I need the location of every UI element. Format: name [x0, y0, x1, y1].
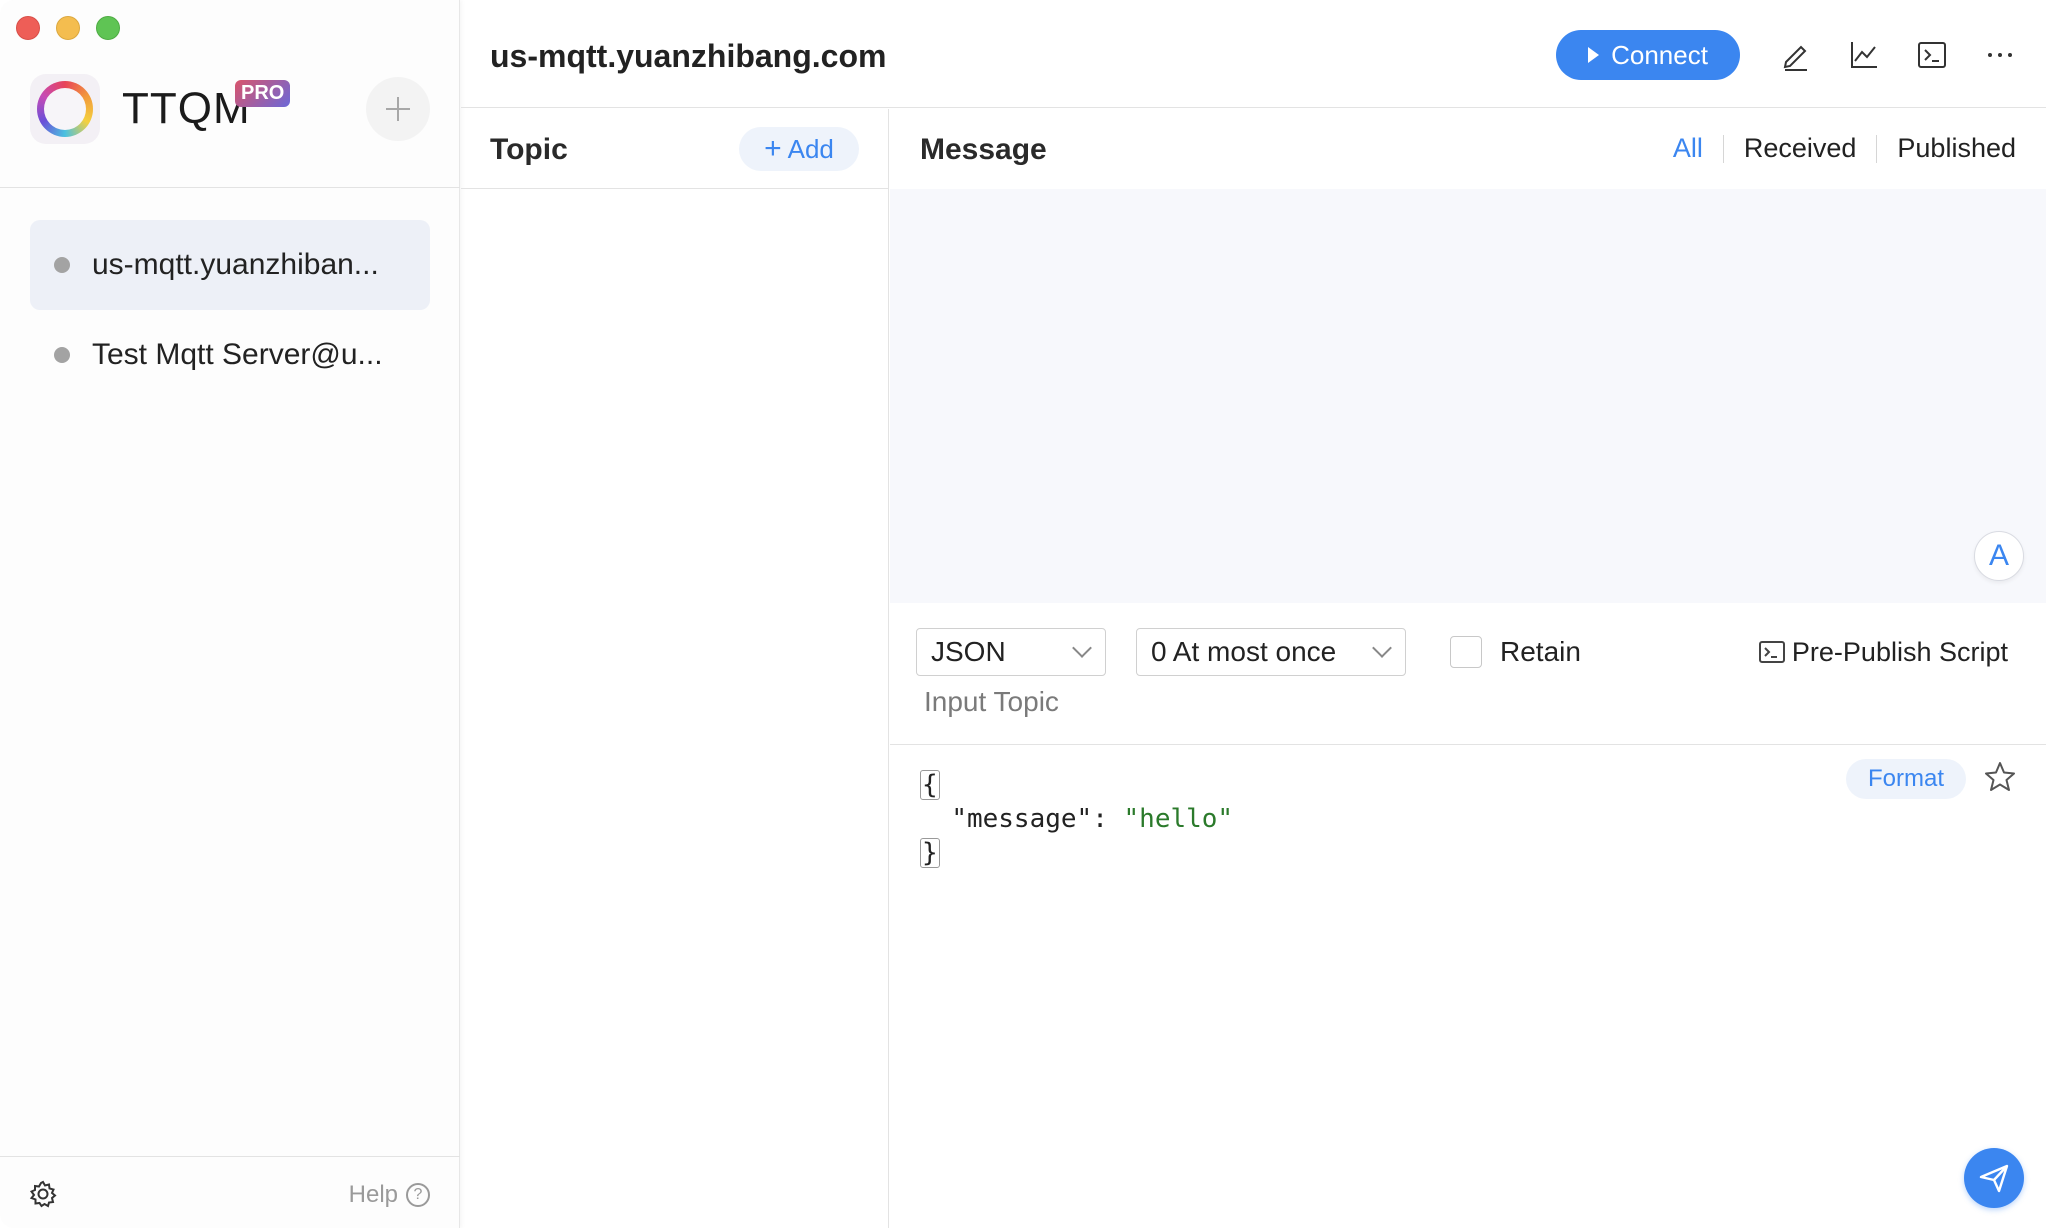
payload-format-select[interactable]: JSON [916, 628, 1106, 676]
compose-divider [890, 744, 2046, 745]
window-controls [16, 16, 120, 40]
chevron-down-icon [1072, 638, 1092, 658]
payload-format-value: JSON [931, 636, 1006, 667]
message-pane: Message All Received Published A JSON 0 … [890, 109, 2046, 1228]
pre-publish-label: Pre-Publish Script [1791, 636, 2008, 667]
connection-label: Test Mqtt Server@u... [92, 338, 383, 371]
star-icon[interactable] [1982, 759, 2018, 795]
qos-select[interactable]: 0 At most once [1136, 628, 1406, 676]
gear-icon[interactable] [28, 1179, 58, 1209]
new-connection-button[interactable] [366, 77, 430, 141]
connection-item[interactable]: us-mqtt.yuanzhiban... [30, 220, 430, 310]
topic-input[interactable] [924, 686, 1824, 718]
chart-icon[interactable] [1847, 38, 1881, 72]
play-icon [1588, 47, 1600, 63]
tab-published[interactable]: Published [1877, 133, 2016, 164]
terminal-icon [1758, 641, 1785, 663]
connection-title: us-mqtt.yuanzhibang.com [490, 38, 887, 74]
plus-icon: + [764, 132, 782, 165]
edit-icon[interactable] [1779, 38, 1813, 72]
topic-pane: Topic + Add [461, 109, 889, 1228]
sidebar-footer: Help ? [0, 1156, 460, 1228]
retain-toggle[interactable]: Retain [1450, 628, 1581, 676]
chevron-down-icon [1372, 638, 1392, 658]
payload-colon: : [1092, 804, 1108, 834]
send-icon [1979, 1164, 2009, 1193]
payload-value: "hello" [1123, 804, 1234, 834]
help-link[interactable]: Help ? [349, 1181, 430, 1209]
brand: TTQM PRO [30, 74, 291, 144]
pre-publish-script-button[interactable]: Pre-Publish Script [1758, 628, 2008, 676]
message-list[interactable]: A [890, 189, 2046, 603]
topic-header: Topic + Add [461, 109, 888, 189]
header: us-mqtt.yuanzhibang.com Connect [461, 0, 2046, 108]
connection-label: us-mqtt.yuanzhiban... [92, 248, 379, 281]
message-filter-tabs: All Received Published [1653, 133, 2016, 164]
payload-key: "message" [951, 804, 1093, 834]
payload-close-brace: } [920, 838, 940, 868]
app-logo-icon [30, 74, 100, 144]
tab-received[interactable]: Received [1724, 133, 1877, 164]
message-header: Message All Received Published [890, 109, 2046, 189]
main-panel: us-mqtt.yuanzhibang.com Connect Topic + … [461, 0, 2046, 1228]
payload-open-brace: { [920, 770, 940, 800]
send-button[interactable] [1964, 1148, 2024, 1208]
connection-item[interactable]: Test Mqtt Server@u... [30, 310, 430, 400]
qos-value: 0 At most once [1151, 636, 1337, 667]
connection-list: us-mqtt.yuanzhiban... Test Mqtt Server@u… [30, 220, 430, 400]
topic-title: Topic [490, 133, 568, 166]
pro-badge: PRO [235, 80, 291, 107]
message-title: Message [920, 133, 1047, 166]
add-topic-button[interactable]: + Add [739, 127, 859, 171]
plus-icon [386, 97, 410, 121]
publish-panel: JSON 0 At most once Retain Pre-Publish S… [890, 603, 2046, 1228]
sidebar: TTQM PRO us-mqtt.yuanzhiban... Test Mqtt… [0, 0, 460, 1228]
app-window: TTQM PRO us-mqtt.yuanzhiban... Test Mqtt… [0, 0, 2046, 1228]
close-window-button[interactable] [16, 16, 40, 40]
help-label: Help [348, 1181, 398, 1208]
question-icon: ? [406, 1183, 430, 1207]
format-button[interactable]: Format [1846, 759, 1966, 799]
status-dot-icon [54, 257, 70, 273]
payload-editor[interactable]: { "message": "hello" } [920, 768, 1233, 870]
more-icon[interactable] [1983, 38, 2017, 72]
add-topic-label: Add [787, 133, 834, 164]
sidebar-divider [0, 187, 460, 188]
zoom-window-button[interactable] [96, 16, 120, 40]
app-name: TTQM [122, 84, 251, 133]
auto-scroll-button[interactable]: A [1974, 531, 2024, 581]
status-dot-icon [54, 347, 70, 363]
retain-checkbox[interactable] [1450, 636, 1482, 668]
minimize-window-button[interactable] [56, 16, 80, 40]
tab-all[interactable]: All [1653, 133, 1723, 164]
connect-button[interactable]: Connect [1556, 30, 1740, 80]
retain-label: Retain [1500, 636, 1581, 667]
connect-label: Connect [1611, 39, 1708, 70]
terminal-icon[interactable] [1915, 38, 1949, 72]
